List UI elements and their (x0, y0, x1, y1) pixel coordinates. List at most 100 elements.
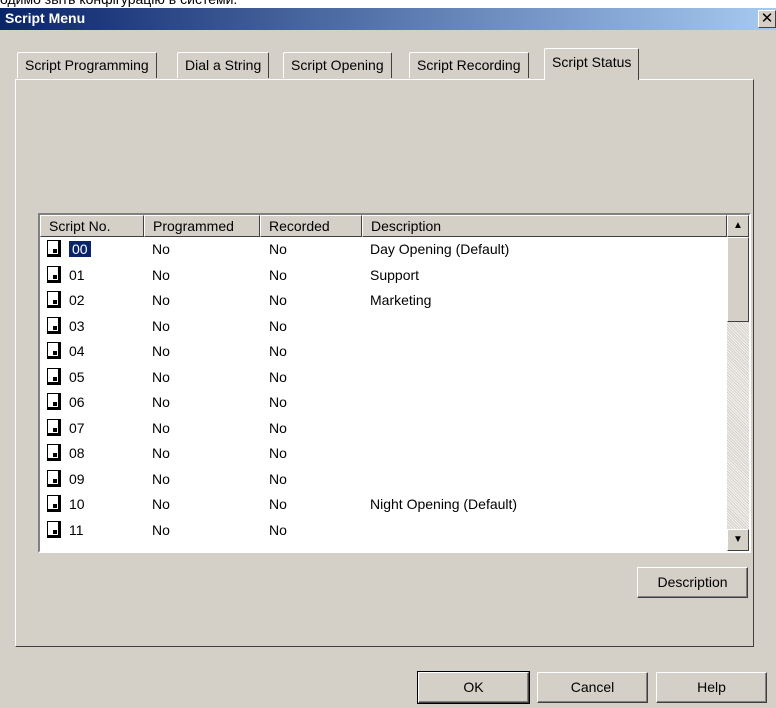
script-list-body: Script No. Programmed Recorded Descripti… (40, 215, 727, 551)
column-header-recorded[interactable]: Recorded (260, 215, 362, 237)
document-icon (47, 265, 61, 283)
document-icon (47, 520, 61, 538)
scroll-thumb[interactable] (727, 237, 749, 322)
script-number-cell-text: 05 (69, 368, 85, 385)
table-row[interactable]: 00 No No Day Opening (Default) (40, 237, 727, 262)
recorded-cell: No (269, 492, 287, 517)
script-number-cell-text: 00 (69, 241, 91, 257)
script-number-cell: 06 (69, 390, 85, 415)
script-number-cell-text: 10 (69, 496, 85, 512)
table-row[interactable]: 11 No No (40, 518, 727, 543)
script-list[interactable]: Script No. Programmed Recorded Descripti… (38, 213, 751, 553)
script-number-cell-text: 11 (69, 521, 84, 538)
tab-script-opening[interactable]: Script Opening (283, 52, 392, 78)
scroll-up-button[interactable]: ▲ (727, 215, 749, 237)
script-number-cell: 00 (69, 237, 91, 262)
document-icon (47, 342, 61, 359)
programmed-cell-text: No (152, 292, 170, 308)
script-number-cell: 08 (69, 441, 85, 466)
programmed-cell-text: No (152, 445, 170, 461)
script-number-cell: 01 (69, 263, 85, 288)
table-row[interactable]: 01 No No Support (40, 263, 727, 288)
description-button[interactable]: Description (637, 567, 748, 598)
description-cell-text: Night Opening (Default) (370, 496, 518, 512)
description-cell: Day Opening (Default) (370, 237, 509, 262)
recorded-cell-text: No (269, 317, 287, 334)
cancel-button[interactable]: Cancel (537, 672, 648, 703)
recorded-cell: No (269, 365, 287, 390)
script-number-cell-text: 09 (69, 470, 85, 487)
recorded-cell: No (269, 441, 287, 466)
window-title: Script Menu (5, 10, 86, 26)
script-number-cell: 05 (69, 365, 85, 390)
help-button[interactable]: Help (656, 672, 767, 703)
programmed-cell: No (152, 441, 170, 466)
script-number-cell-text: 02 (69, 292, 85, 308)
script-number-cell: 03 (69, 314, 85, 339)
table-row[interactable]: 02 No No Marketing (40, 288, 727, 313)
script-number-cell: 10 (69, 492, 85, 517)
programmed-cell-text: No (152, 394, 170, 410)
arrow-up-icon: ▲ (733, 220, 743, 231)
script-number-cell: 11 (69, 518, 84, 543)
description-cell-text: Support (370, 266, 420, 283)
table-row[interactable]: 09 No No (40, 467, 727, 492)
tab-script-recording[interactable]: Script Recording (409, 52, 529, 78)
close-button[interactable]: ✕ (758, 10, 776, 28)
script-number-cell-text: 03 (69, 317, 85, 334)
scroll-down-button[interactable]: ▼ (727, 529, 749, 551)
document-icon (47, 240, 61, 257)
recorded-cell: No (269, 390, 287, 415)
programmed-cell: No (152, 492, 170, 517)
programmed-cell-text: No (152, 343, 170, 359)
column-header-programmed[interactable]: Programmed (144, 215, 260, 237)
recorded-cell: No (269, 339, 287, 364)
tab-dial-a-string[interactable]: Dial a String (177, 52, 270, 78)
script-number-cell-text: 01 (69, 266, 85, 283)
table-row[interactable]: 10 No No Night Opening (Default) (40, 492, 727, 517)
table-row[interactable]: 07 No No (40, 416, 727, 441)
script-number-cell-text: 07 (69, 419, 85, 436)
script-number-cell-text: 08 (69, 445, 85, 461)
programmed-cell-text: No (152, 470, 170, 487)
title-bar[interactable]: Script Menu ✕ (0, 8, 776, 30)
recorded-cell-text: No (269, 470, 287, 487)
document-icon (47, 316, 61, 334)
script-number-cell: 07 (69, 416, 85, 441)
table-row[interactable]: 08 No No (40, 441, 727, 466)
programmed-cell: No (152, 467, 170, 492)
table-row[interactable]: 05 No No (40, 365, 727, 390)
programmed-cell: No (152, 416, 170, 441)
programmed-cell: No (152, 314, 170, 339)
arrow-down-icon: ▼ (733, 534, 743, 545)
programmed-cell: No (152, 339, 170, 364)
table-row[interactable]: 04 No No (40, 339, 727, 364)
script-menu-dialog: Script Menu ✕ Script Programming Dial a … (0, 8, 776, 708)
recorded-cell: No (269, 518, 287, 543)
description-cell: Night Opening (Default) (370, 492, 517, 517)
column-header-description[interactable]: Description (362, 215, 727, 237)
programmed-cell-text: No (152, 419, 170, 436)
tab-script-programming[interactable]: Script Programming (17, 52, 157, 78)
document-icon (47, 291, 61, 308)
document-icon (47, 495, 61, 512)
recorded-cell-text: No (269, 266, 287, 283)
column-header-script-no[interactable]: Script No. (40, 215, 144, 237)
recorded-cell-text: No (269, 368, 287, 385)
script-number-cell: 02 (69, 288, 85, 313)
programmed-cell-text: No (152, 241, 170, 257)
vertical-scrollbar[interactable]: ▲ ▼ (727, 215, 749, 551)
document-icon (47, 393, 61, 410)
ok-button[interactable]: OK (417, 671, 530, 704)
recorded-cell: No (269, 467, 287, 492)
recorded-cell: No (269, 288, 287, 313)
list-header: Script No. Programmed Recorded Descripti… (40, 215, 727, 237)
recorded-cell-text: No (269, 343, 287, 359)
document-icon (47, 444, 61, 461)
recorded-cell: No (269, 416, 287, 441)
recorded-cell: No (269, 237, 287, 262)
tab-script-status[interactable]: Script Status (544, 48, 640, 80)
table-row[interactable]: 06 No No (40, 390, 727, 415)
recorded-cell-text: No (269, 496, 287, 512)
table-row[interactable]: 03 No No (40, 314, 727, 339)
